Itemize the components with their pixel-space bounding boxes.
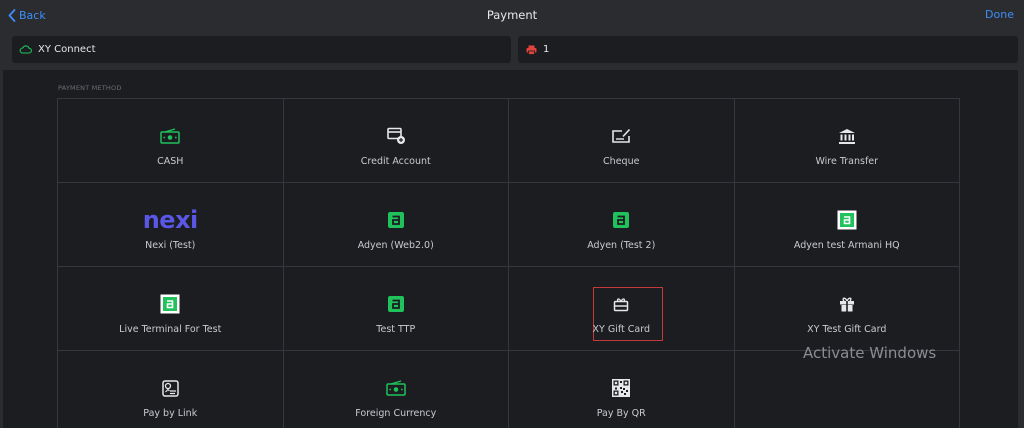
printer-label: 1 xyxy=(543,44,550,55)
method-xy-test-gift-card[interactable]: XY Test Gift Card xyxy=(734,267,960,351)
payment-method-grid: CASH Credit Account Cheque Wire Transfer… xyxy=(57,98,960,428)
method-label: XY Gift Card xyxy=(592,324,650,335)
section-label: PAYMENT METHOD xyxy=(58,84,122,92)
left-edge xyxy=(0,70,3,428)
connection-status[interactable]: XY Connect xyxy=(12,36,511,63)
top-navigation-bar: Back Payment Done xyxy=(0,0,1024,30)
method-label: Nexi (Test) xyxy=(145,240,196,251)
cloud-icon xyxy=(19,45,32,54)
method-pay-by-qr[interactable]: Pay By QR xyxy=(509,351,735,428)
method-label: Foreign Currency xyxy=(355,408,437,419)
grid-row: Pay by Link Foreign Currency Pay By QR xyxy=(58,351,960,428)
gift-icon xyxy=(735,294,960,314)
grid-row: Live Terminal For Test Test TTP XY Gift … xyxy=(58,267,960,351)
method-live-terminal[interactable]: Live Terminal For Test xyxy=(58,267,284,351)
method-label: Wire Transfer xyxy=(815,156,879,167)
adyen-boxed-icon xyxy=(58,294,283,314)
method-label: Credit Account xyxy=(360,156,431,167)
empty-cell xyxy=(735,351,960,428)
adyen-icon xyxy=(284,294,509,314)
method-foreign-currency[interactable]: Foreign Currency xyxy=(284,351,509,428)
cash-icon xyxy=(58,126,283,146)
adyen-icon xyxy=(509,210,734,230)
gift-card-icon xyxy=(509,294,734,314)
credit-account-icon xyxy=(284,126,509,146)
method-label: Pay by Link xyxy=(143,408,198,419)
method-label: Cheque xyxy=(603,156,640,167)
cash-icon xyxy=(284,378,509,398)
method-label: Live Terminal For Test xyxy=(119,324,222,335)
pay-by-link-icon xyxy=(58,378,283,398)
payment-content: PAYMENT METHOD CASH Credit Account Chequ… xyxy=(0,70,1024,428)
right-edge xyxy=(1018,70,1024,428)
method-cash[interactable]: CASH xyxy=(58,99,284,183)
method-nexi-test[interactable]: nexi Nexi (Test) xyxy=(58,183,284,267)
nexi-logo-text: nexi xyxy=(142,206,199,234)
method-cheque[interactable]: Cheque xyxy=(509,99,735,183)
bank-icon xyxy=(735,126,960,146)
grid-row: nexi Nexi (Test) Adyen (Web2.0) Adyen (T… xyxy=(58,183,960,267)
info-bar: XY Connect 1 xyxy=(0,30,1024,70)
adyen-icon xyxy=(284,210,509,230)
method-label: Adyen test Armani HQ xyxy=(793,240,900,251)
activate-windows-watermark: Activate Windows xyxy=(803,344,937,362)
method-credit-account[interactable]: Credit Account xyxy=(283,99,509,183)
method-wire-transfer[interactable]: Wire Transfer xyxy=(734,99,960,183)
done-button[interactable]: Done xyxy=(985,8,1014,21)
method-pay-by-link[interactable]: Pay by Link xyxy=(58,351,284,428)
method-adyen-armani[interactable]: Adyen test Armani HQ xyxy=(734,183,960,267)
connection-label: XY Connect xyxy=(38,44,96,55)
method-test-ttp[interactable]: Test TTP xyxy=(283,267,509,351)
printer-icon xyxy=(526,45,537,55)
method-adyen-test-2[interactable]: Adyen (Test 2) xyxy=(509,183,735,267)
printer-selector[interactable]: 1 xyxy=(518,36,1018,63)
nexi-logo-icon: nexi xyxy=(58,206,283,234)
adyen-boxed-icon xyxy=(735,210,960,230)
method-label: XY Test Gift Card xyxy=(807,324,887,335)
method-label: Test TTP xyxy=(376,324,416,335)
page-title: Payment xyxy=(486,8,538,22)
cheque-icon xyxy=(509,126,734,146)
method-label: Pay By QR xyxy=(596,408,646,419)
method-adyen-web[interactable]: Adyen (Web2.0) xyxy=(283,183,509,267)
grid-row: CASH Credit Account Cheque Wire Transfer xyxy=(58,99,960,183)
method-label: CASH xyxy=(157,156,184,167)
qr-code-icon xyxy=(509,378,734,398)
method-label: Adyen (Web2.0) xyxy=(357,240,434,251)
method-xy-gift-card[interactable]: XY Gift Card xyxy=(509,267,735,351)
method-label: Adyen (Test 2) xyxy=(587,240,656,251)
